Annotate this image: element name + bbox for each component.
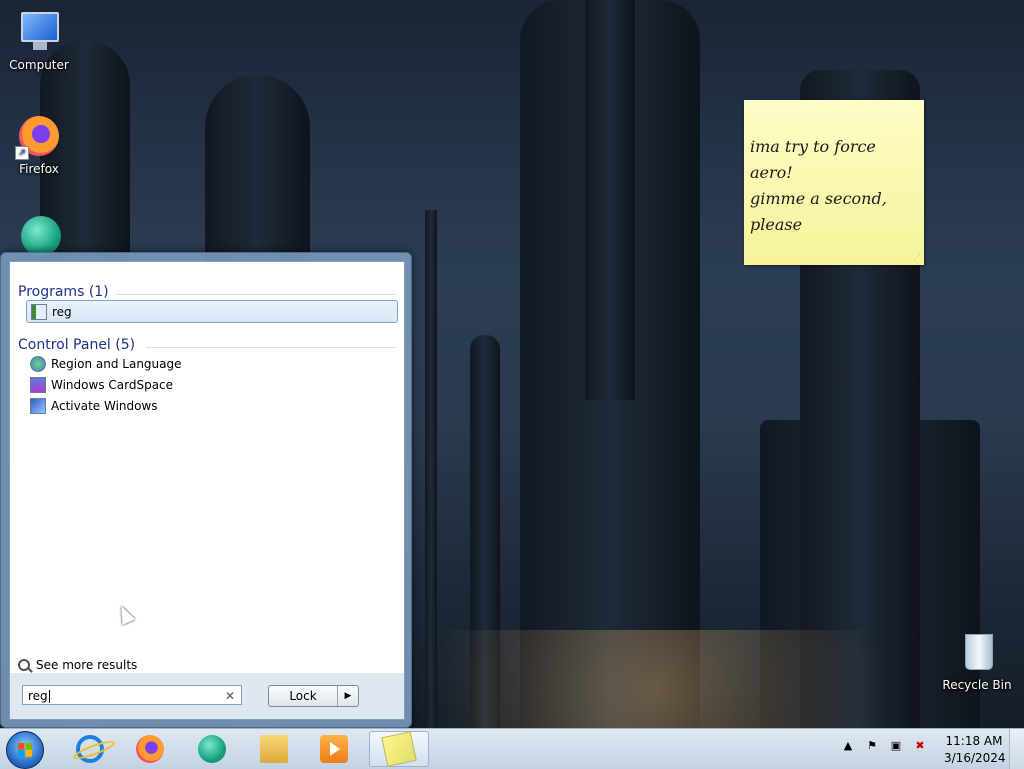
show-hidden-icons-icon[interactable]: ▲ [840, 739, 856, 752]
start-menu-bottom-bar: reg ✕ Lock ▶ [9, 673, 405, 720]
start-button[interactable] [6, 731, 44, 769]
desktop-icon-label: Firefox [19, 162, 59, 176]
registry-icon [31, 303, 47, 320]
see-more-results-label: See more results [36, 658, 138, 672]
clock-time: 11:18 AM [945, 734, 1003, 748]
desktop-icon-label: Recycle Bin [942, 678, 1012, 692]
result-item-label: reg [52, 304, 72, 319]
resize-grip-icon[interactable]: ⋰ [913, 253, 921, 262]
desktop-icon-recycle-bin[interactable]: Recycle Bin [939, 628, 1015, 692]
search-results-pane: Programs (1) reg Control Panel (5) Regio… [9, 261, 405, 675]
media-player-icon [320, 735, 348, 763]
start-menu: Programs (1) reg Control Panel (5) Regio… [0, 252, 412, 728]
desktop-icon-firefox[interactable]: ↗ Firefox [1, 112, 77, 176]
clock[interactable]: 11:18 AM 3/16/2024 [944, 733, 1006, 767]
group-title-programs[interactable]: Programs (1) [18, 284, 109, 300]
text-caret [48, 690, 50, 703]
divider [116, 294, 396, 295]
taskbar-firefox[interactable] [122, 731, 178, 767]
result-item-reg[interactable]: reg [26, 300, 398, 323]
action-center-flag-icon[interactable]: ⚑ [864, 739, 880, 752]
desktop-icon-label: Computer [9, 58, 69, 72]
volume-muted-icon[interactable]: ✖ [912, 739, 928, 752]
divider [146, 347, 396, 348]
wallpaper-tower [585, 0, 635, 400]
sticky-note-line: please [750, 215, 803, 234]
edge-icon [198, 735, 226, 763]
search-input-value: reg [28, 689, 48, 703]
sticky-note-line: gimme a second, [750, 189, 887, 208]
sticky-note-text[interactable]: ima try to force aero! gimme a second, p… [750, 134, 922, 238]
taskbar-internet-explorer[interactable] [62, 731, 118, 767]
firefox-icon [136, 735, 164, 763]
result-item-windows-cardspace[interactable]: Windows CardSpace [26, 374, 396, 395]
group-title-control-panel[interactable]: Control Panel (5) [18, 337, 135, 353]
sticky-note[interactable]: ima try to force aero! gimme a second, p… [744, 100, 924, 265]
power-options-arrow-icon[interactable]: ▶ [337, 686, 358, 706]
firefox-icon: ↗ [15, 112, 63, 160]
taskbar: ▲ ⚑ ▣ ✖ 11:18 AM 3/16/2024 [0, 728, 1024, 769]
system-tray: ▲ ⚑ ▣ ✖ [840, 739, 928, 752]
activate-windows-icon [30, 397, 46, 414]
taskbar-media-player[interactable] [306, 731, 362, 767]
search-input[interactable]: reg ✕ [22, 685, 242, 705]
sticky-note-line: ima try to force aero! [750, 137, 876, 182]
result-item-label: Region and Language [51, 356, 182, 371]
desktop-icon-computer[interactable]: Computer [1, 8, 77, 72]
edge-icon [15, 210, 63, 258]
lock-button[interactable]: Lock ▶ [268, 685, 359, 707]
taskbar-file-explorer[interactable] [246, 731, 302, 767]
windows-logo-icon [18, 743, 32, 757]
wallpaper-city-lights [410, 630, 1024, 730]
file-explorer-icon [260, 735, 288, 763]
cardspace-icon [30, 376, 46, 393]
result-item-region-and-language[interactable]: Region and Language [26, 353, 396, 374]
see-more-results-link[interactable]: See more results [18, 658, 137, 672]
sticky-notes-icon [381, 731, 417, 767]
globe-icon [30, 355, 46, 372]
network-icon[interactable]: ▣ [888, 739, 904, 752]
result-item-activate-windows[interactable]: Activate Windows [26, 395, 396, 416]
recycle-bin-icon [953, 628, 1001, 676]
show-desktop-button[interactable] [1009, 729, 1024, 769]
internet-explorer-icon [76, 735, 104, 763]
clear-search-icon[interactable]: ✕ [225, 686, 235, 706]
lock-button-label: Lock [289, 689, 317, 703]
taskbar-edge[interactable] [184, 731, 240, 767]
taskbar-sticky-notes[interactable] [369, 731, 429, 767]
search-icon [18, 659, 30, 671]
result-item-label: Activate Windows [51, 398, 158, 413]
result-item-label: Windows CardSpace [51, 377, 174, 392]
clock-date: 3/16/2024 [944, 751, 1006, 765]
computer-icon [15, 8, 63, 56]
